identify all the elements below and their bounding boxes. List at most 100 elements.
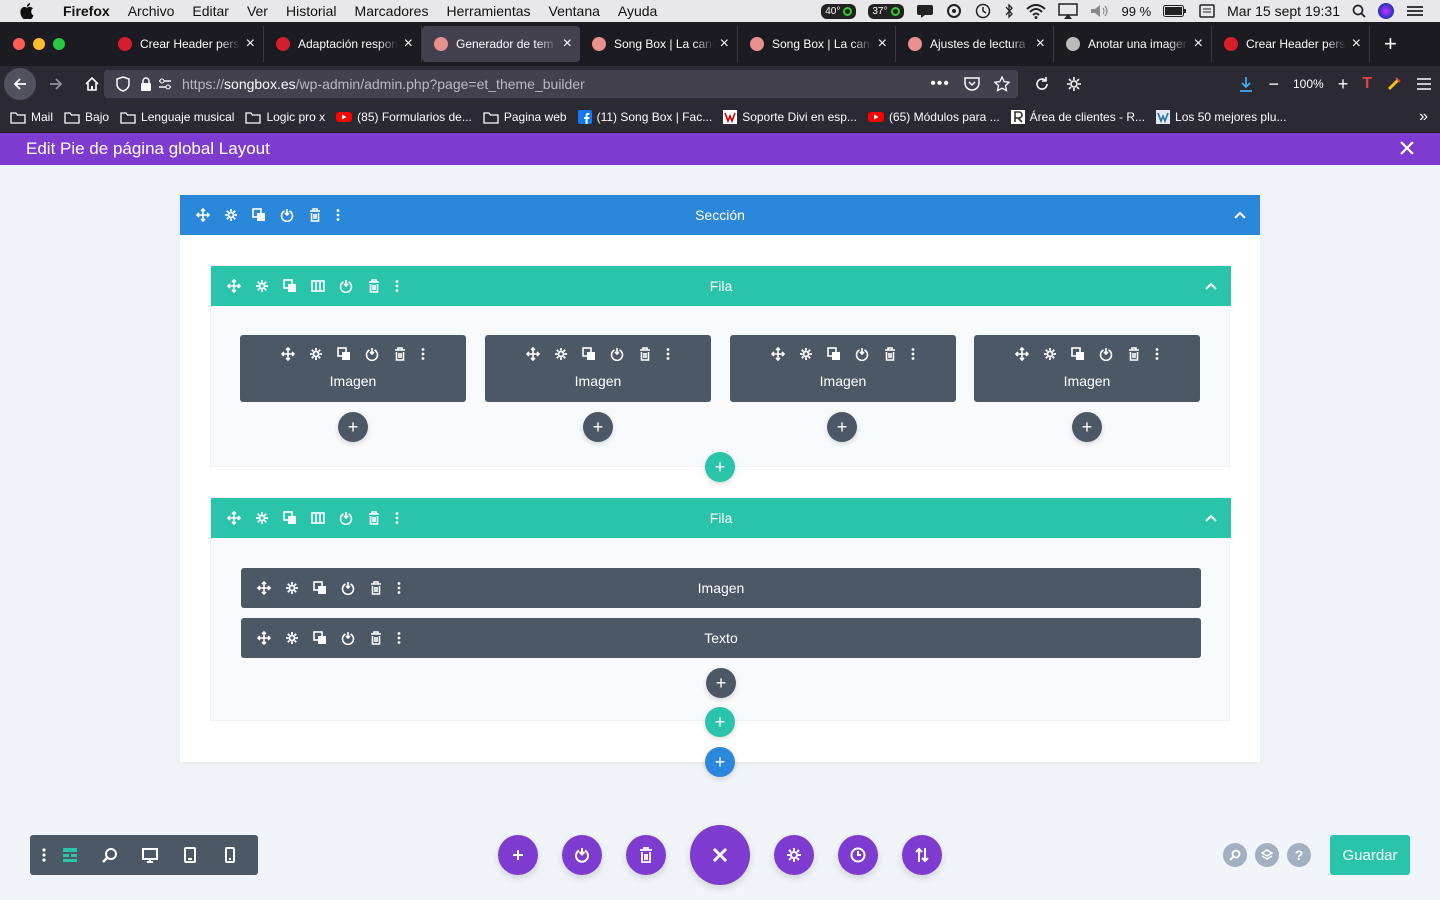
browser-tab[interactable]: Song Box | La canc ×	[580, 26, 738, 62]
module-image[interactable]: Imagen	[485, 335, 711, 402]
browser-tab[interactable]: Crear Header pers ×	[1212, 26, 1370, 62]
duplicate-icon[interactable]	[311, 631, 329, 645]
browser-tab[interactable]: Generador de tem ×	[422, 26, 580, 62]
t-extension-icon[interactable]: T	[1362, 75, 1372, 93]
maximize-window-button[interactable]	[53, 38, 65, 50]
portability-button[interactable]	[902, 835, 942, 875]
notification-icon[interactable]	[916, 4, 934, 18]
menu-editar[interactable]: Editar	[183, 3, 238, 19]
trash-icon[interactable]	[365, 511, 383, 525]
duplicate-icon[interactable]	[580, 347, 598, 361]
add-section-button[interactable]: +	[705, 747, 735, 777]
control-center-icon[interactable]	[1406, 4, 1424, 18]
module-image[interactable]: Imagen	[730, 335, 956, 402]
trash-icon[interactable]	[636, 347, 654, 361]
lock-icon[interactable]	[140, 77, 152, 91]
close-builder-icon[interactable]	[1398, 139, 1416, 157]
temperature-widget-1[interactable]: 40°	[821, 3, 857, 19]
layers-icon[interactable]	[1255, 843, 1279, 867]
row-1-header-bar[interactable]: Fila	[211, 266, 1231, 306]
bookmark-item[interactable]: Pagina web	[483, 110, 567, 124]
bookmark-item[interactable]: (11) Song Box | Fac...	[577, 110, 712, 124]
bookmark-item[interactable]: Los 50 mejores plu...	[1156, 110, 1286, 124]
trash-icon[interactable]	[306, 208, 324, 222]
add-module-button[interactable]: +	[583, 412, 613, 442]
airplay-icon[interactable]	[1057, 3, 1078, 19]
save-to-library-icon[interactable]	[363, 347, 381, 361]
duplicate-icon[interactable]	[1069, 347, 1087, 361]
help-icon[interactable]: ?	[1287, 843, 1311, 867]
zoom-in-button[interactable]: +	[1338, 74, 1349, 95]
settings-gear-icon[interactable]	[283, 631, 301, 645]
bookmark-item[interactable]: (65) Módulos para ...	[867, 110, 1000, 124]
wifi-icon[interactable]	[1025, 3, 1046, 19]
add-row-button[interactable]: +	[705, 707, 735, 737]
row-2-header-bar[interactable]: Fila	[211, 498, 1231, 538]
desktop-view-icon[interactable]	[130, 835, 170, 875]
save-to-library-icon[interactable]	[339, 581, 357, 595]
save-to-library-icon[interactable]	[337, 511, 355, 525]
browser-tab[interactable]: Ajustes de lectura ×	[896, 26, 1054, 62]
bookmark-item[interactable]: (85) Formularios de...	[336, 110, 472, 124]
collapse-chevron-icon[interactable]	[1234, 211, 1246, 219]
page-settings-button[interactable]	[774, 835, 814, 875]
bluetooth-icon[interactable]	[1004, 3, 1014, 19]
duplicate-icon[interactable]	[250, 208, 268, 222]
phone-view-icon[interactable]	[210, 835, 250, 875]
more-options-icon[interactable]	[393, 279, 401, 293]
time-machine-icon[interactable]	[974, 3, 992, 19]
columns-icon[interactable]	[309, 279, 327, 293]
tab-close-icon[interactable]: ×	[1352, 35, 1361, 53]
temperature-widget-2[interactable]: 37°	[868, 3, 904, 19]
tab-close-icon[interactable]: ×	[563, 35, 572, 53]
bookmark-item[interactable]: Lenguaje musical	[120, 110, 234, 124]
add-module-button[interactable]: +	[706, 668, 736, 698]
module-image[interactable]: Imagen	[240, 335, 466, 402]
zoom-out-button[interactable]: −	[1268, 74, 1279, 95]
minimize-window-button[interactable]	[33, 38, 45, 50]
close-window-button[interactable]	[13, 38, 25, 50]
battery-icon[interactable]	[1163, 5, 1187, 17]
forward-button[interactable]	[40, 68, 72, 100]
close-settings-button[interactable]	[690, 825, 750, 885]
save-to-library-icon[interactable]	[608, 347, 626, 361]
menu-ayuda[interactable]: Ayuda	[609, 3, 666, 19]
settings-gear-icon[interactable]	[253, 279, 271, 293]
back-button[interactable]	[4, 68, 36, 100]
siri-icon[interactable]	[1378, 3, 1394, 19]
tab-close-icon[interactable]: ×	[1194, 35, 1203, 53]
collapse-chevron-icon[interactable]	[1205, 282, 1217, 290]
monitor-icon[interactable]	[946, 3, 962, 19]
clock-datetime[interactable]: Mar 15 sept 19:31	[1227, 3, 1340, 19]
trash-icon[interactable]	[365, 279, 383, 293]
module-image-bar[interactable]: Imagen	[241, 568, 1201, 608]
app-menu-icon[interactable]	[1416, 77, 1432, 91]
settings-gear-icon[interactable]	[253, 511, 271, 525]
save-to-library-icon[interactable]	[1097, 347, 1115, 361]
module-image[interactable]: Imagen	[974, 335, 1200, 402]
trash-icon[interactable]	[367, 581, 385, 595]
browser-tab[interactable]: Adaptación respon ×	[264, 26, 422, 62]
url-bar[interactable]: https://songbox.es/wp-admin/admin.php?pa…	[104, 70, 1018, 98]
volume-icon[interactable]	[1090, 4, 1110, 18]
zoom-level[interactable]: 100%	[1293, 77, 1324, 91]
page-actions-icon[interactable]: •••	[930, 75, 950, 93]
collapse-chevron-icon[interactable]	[1205, 514, 1217, 522]
search-icon[interactable]	[1223, 843, 1247, 867]
duplicate-icon[interactable]	[825, 347, 843, 361]
wireframe-view-icon[interactable]	[50, 835, 90, 875]
trash-icon[interactable]	[367, 631, 385, 645]
more-options-icon[interactable]	[395, 631, 403, 645]
section-header-bar[interactable]: Sección	[180, 195, 1260, 235]
extension-gear-icon[interactable]	[1058, 68, 1090, 100]
tab-close-icon[interactable]: ×	[1036, 35, 1045, 53]
permissions-icon[interactable]	[158, 78, 172, 90]
more-options-icon[interactable]	[1153, 347, 1161, 361]
tab-close-icon[interactable]: ×	[404, 35, 413, 53]
move-icon[interactable]	[279, 347, 297, 361]
tab-close-icon[interactable]: ×	[246, 35, 255, 53]
keyboard-icon[interactable]	[1199, 4, 1215, 18]
color-picker-extension-icon[interactable]	[1386, 76, 1402, 92]
tab-close-icon[interactable]: ×	[878, 35, 887, 53]
bookmark-item[interactable]: Soporte Divi en esp...	[723, 110, 857, 124]
